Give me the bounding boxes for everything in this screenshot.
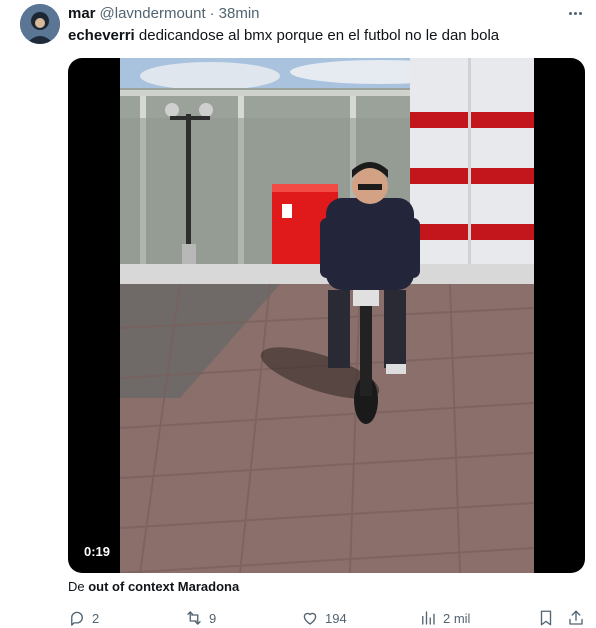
- retweet-button[interactable]: 9: [185, 608, 216, 628]
- reply-icon: [71, 611, 83, 626]
- author-handle[interactable]: @lavndermount: [100, 5, 206, 22]
- bookmark-button[interactable]: [537, 608, 555, 628]
- heart-icon: [303, 612, 317, 625]
- author-name[interactable]: mar: [68, 5, 96, 22]
- views-button[interactable]: 2 mil: [419, 608, 470, 628]
- video-player[interactable]: 0:19: [68, 58, 585, 573]
- tweet-text-body: dedicandose al bmx porque en el futbol n…: [134, 27, 500, 44]
- more-icon[interactable]: [564, 6, 586, 20]
- tweet: mar @lavndermount · 38min echeverri dedi…: [0, 0, 596, 628]
- share-icon: [569, 610, 583, 625]
- share-button[interactable]: [567, 608, 585, 628]
- reply-count: 2: [92, 610, 100, 626]
- like-button[interactable]: 194: [301, 608, 347, 628]
- tweet-text: echeverri dedicandose al bmx porque en e…: [68, 27, 499, 45]
- retweet-icon: [187, 611, 201, 625]
- source-prefix: De: [68, 579, 89, 594]
- video-source: De out of context Maradona: [68, 579, 239, 594]
- timestamp[interactable]: 38min: [219, 5, 260, 22]
- reply-button[interactable]: 2: [68, 608, 99, 628]
- video-duration: 0:19: [84, 544, 111, 559]
- avatar[interactable]: [20, 4, 60, 44]
- source-link[interactable]: out of context Maradona: [88, 579, 239, 594]
- views-count: 2 mil: [443, 610, 471, 626]
- separator-dot: ·: [209, 4, 215, 22]
- retweet-count: 9: [209, 610, 217, 626]
- video-frame: [120, 58, 534, 573]
- tweet-text-bold: echeverri: [68, 27, 135, 44]
- views-icon: [422, 611, 435, 625]
- action-bar: 2 9 194 2 mil: [68, 608, 586, 628]
- bookmark-icon: [540, 610, 552, 626]
- like-count: 194: [325, 610, 347, 626]
- tweet-header: mar @lavndermount · 38min: [68, 4, 260, 22]
